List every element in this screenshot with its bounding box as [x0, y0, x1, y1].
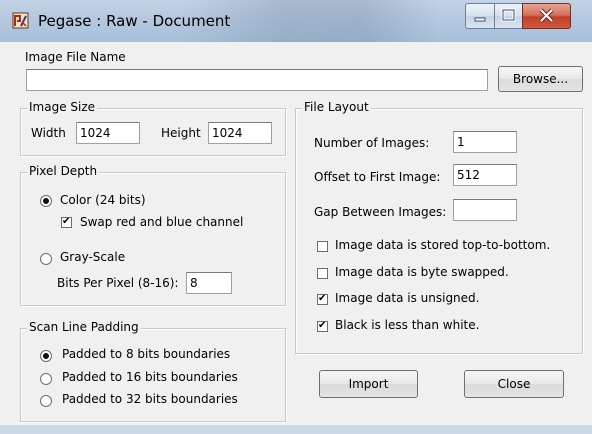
close-button[interactable]: Close	[464, 370, 564, 398]
browse-button[interactable]: Browse...	[498, 66, 583, 92]
pegase-app-icon[interactable]	[12, 12, 29, 29]
pixel-depth-group-title: Pixel Depth	[27, 164, 100, 178]
swap-channels-checkbox[interactable]	[61, 215, 72, 229]
image-size-group-title: Image Size	[27, 100, 98, 114]
minimize-button[interactable]	[465, 3, 495, 29]
bits-per-pixel-input[interactable]: 8	[186, 272, 232, 294]
offset-first-image-input[interactable]: 512	[453, 164, 517, 186]
unsigned-label: Image data is unsigned.	[335, 291, 480, 305]
file-layout-group: File Layout Number of Images: 1 Offset t…	[295, 100, 583, 354]
black-less-than-white-checkbox[interactable]	[317, 319, 328, 333]
gap-between-images-label: Gap Between Images:	[314, 205, 447, 219]
padding-32-radio[interactable]	[40, 395, 52, 407]
padding-8-label: Padded to 8 bits boundaries	[62, 347, 231, 361]
number-of-images-input[interactable]: 1	[453, 131, 517, 153]
import-button[interactable]: Import	[319, 370, 418, 398]
raw-document-dialog: Pegase : Raw - Document Image File Name …	[0, 0, 592, 434]
pixel-depth-group: Pixel Depth Color (24 bits) Swap red and…	[20, 164, 286, 306]
width-input[interactable]: 1024	[76, 122, 140, 144]
padding-16-radio[interactable]	[40, 373, 52, 385]
color-24bit-radio[interactable]	[40, 195, 52, 207]
close-x-icon	[539, 8, 554, 23]
height-input[interactable]: 1024	[208, 122, 272, 144]
black-less-than-white-label: Black is less than white.	[335, 318, 480, 332]
height-label: Height	[161, 126, 201, 140]
number-of-images-label: Number of Images:	[314, 136, 430, 150]
title-bar[interactable]: Pegase : Raw - Document	[0, 0, 592, 42]
top-to-bottom-label: Image data is stored top-to-bottom.	[335, 238, 551, 252]
offset-first-image-label: Offset to First Image:	[314, 170, 441, 184]
byte-swapped-label: Image data is byte swapped.	[335, 265, 509, 279]
dialog-client-area: Image File Name Browse... Image Size Wid…	[8, 42, 592, 434]
scan-line-padding-group-title: Scan Line Padding	[27, 320, 141, 334]
padding-32-label: Padded to 32 bits boundaries	[62, 392, 238, 406]
image-file-name-label: Image File Name	[25, 50, 126, 64]
swap-channels-label: Swap red and blue channel	[80, 215, 244, 229]
gray-scale-label: Gray-Scale	[60, 250, 126, 264]
top-to-bottom-checkbox[interactable]	[317, 241, 328, 252]
scan-line-padding-group: Scan Line Padding Padded to 8 bits bound…	[20, 320, 286, 422]
unsigned-checkbox[interactable]	[317, 292, 328, 306]
maximize-button[interactable]	[494, 3, 523, 29]
gray-scale-radio[interactable]	[40, 253, 52, 265]
file-layout-group-title: File Layout	[302, 100, 371, 114]
byte-swapped-checkbox[interactable]	[317, 268, 328, 279]
bits-per-pixel-label: Bits Per Pixel (8-16):	[57, 276, 179, 290]
color-24bit-label: Color (24 bits)	[60, 193, 146, 207]
gap-between-images-input[interactable]	[453, 199, 517, 221]
padding-16-label: Padded to 16 bits boundaries	[62, 370, 238, 384]
image-size-group: Image Size Width 1024 Height 1024	[20, 100, 286, 156]
image-file-name-input[interactable]	[26, 69, 488, 91]
window-title: Pegase : Raw - Document	[38, 12, 231, 30]
padding-8-radio[interactable]	[40, 350, 52, 362]
close-window-button[interactable]	[522, 3, 571, 29]
window-bottom-border	[0, 425, 592, 434]
width-label: Width	[31, 126, 66, 140]
minimize-icon	[474, 17, 486, 22]
maximize-icon	[501, 8, 516, 22]
